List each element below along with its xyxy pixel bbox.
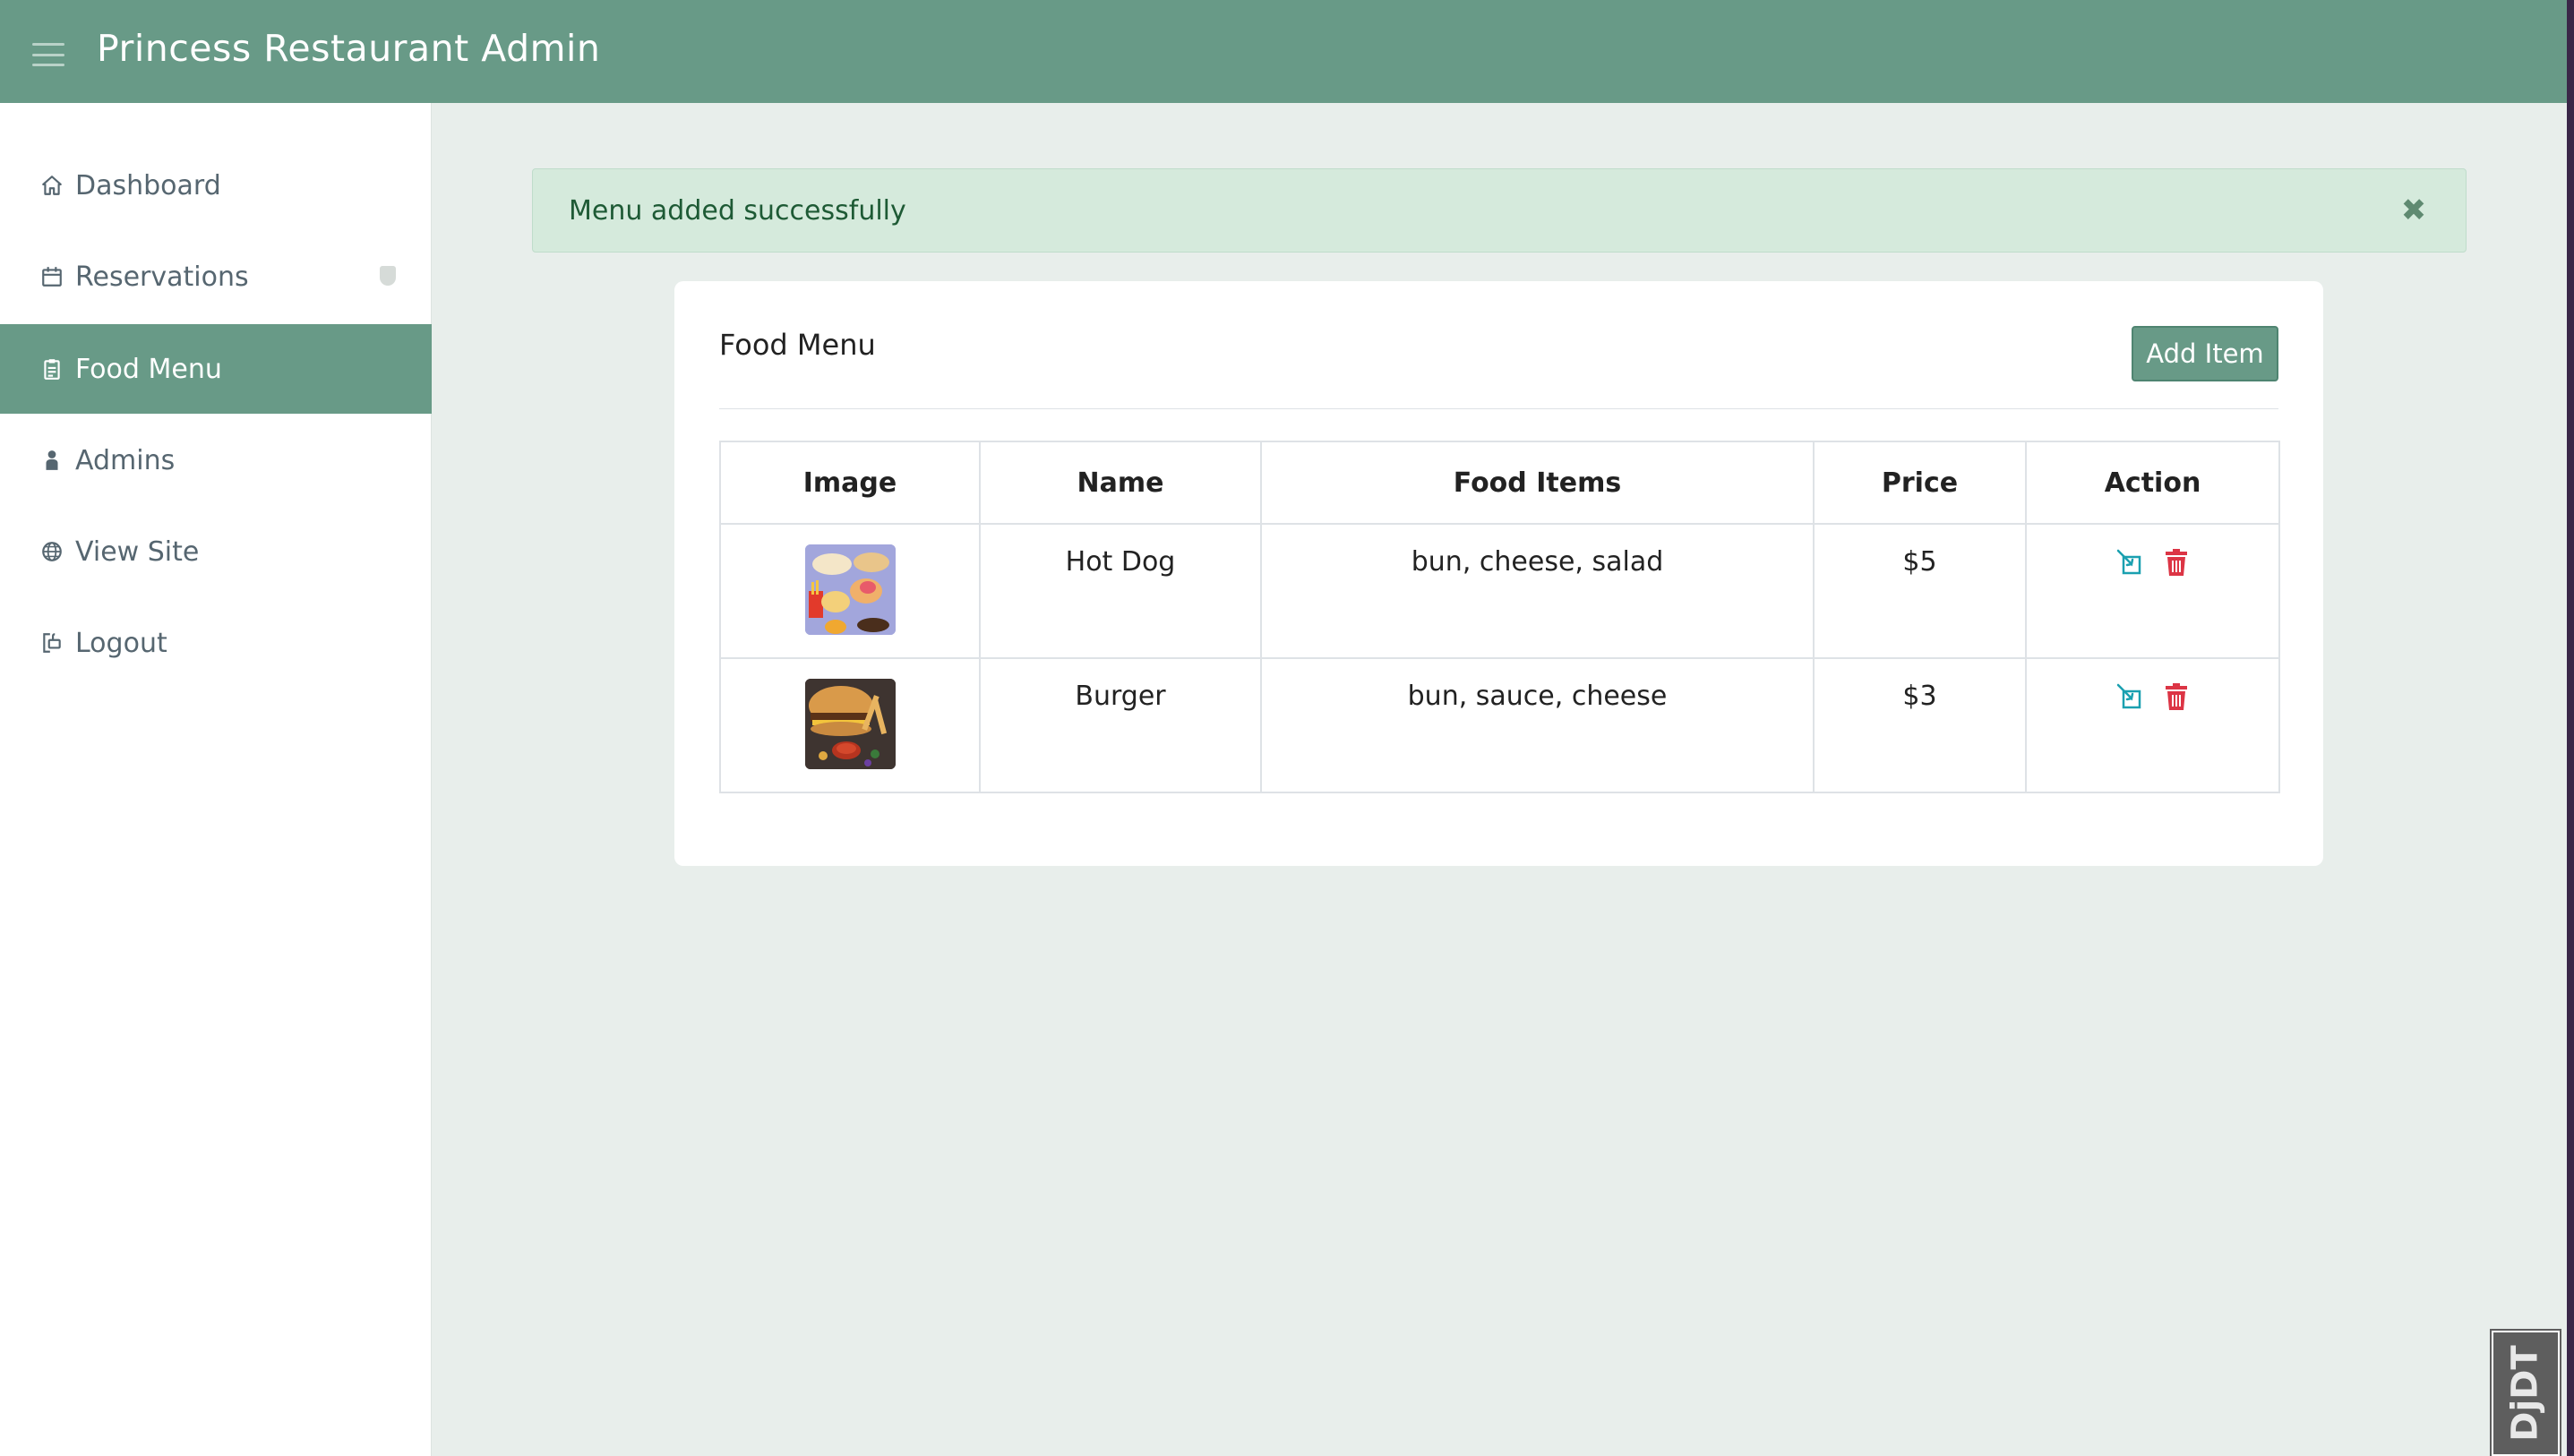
food-menu-card: Food Menu Add Item Image Name Food Items… bbox=[674, 281, 2323, 866]
column-header-food-items: Food Items bbox=[1260, 441, 1815, 525]
calendar-icon bbox=[38, 262, 66, 291]
name-cell: Burger bbox=[979, 657, 1262, 793]
top-navbar: Princess Restaurant Admin bbox=[0, 0, 2567, 103]
app-title: Princess Restaurant Admin bbox=[97, 27, 601, 70]
table-header-row: Image Name Food Items Price Action bbox=[719, 441, 2280, 525]
sidebar-item-dashboard[interactable]: Dashboard bbox=[0, 141, 432, 230]
price-cell: $3 bbox=[1813, 657, 2027, 793]
sidebar-item-logout[interactable]: Logout bbox=[0, 598, 432, 688]
sidebar-item-view-site[interactable]: View Site bbox=[0, 507, 432, 596]
sidebar-item-label: Reservations bbox=[75, 261, 249, 293]
column-header-price: Price bbox=[1813, 441, 2027, 525]
card-title: Food Menu bbox=[719, 328, 876, 362]
app-window: Princess Restaurant Admin Dashboard Rese… bbox=[0, 0, 2567, 1456]
action-cell bbox=[2025, 523, 2280, 659]
edit-icon[interactable] bbox=[2116, 682, 2143, 711]
burger-thumbnail bbox=[804, 679, 896, 769]
alert-message: Menu added successfully bbox=[569, 194, 906, 227]
sidebar-item-reservations[interactable]: Reservations bbox=[0, 232, 432, 321]
close-icon[interactable]: ✖ bbox=[2398, 193, 2430, 228]
sidebar-item-label: View Site bbox=[75, 535, 200, 568]
name-cell: Hot Dog bbox=[979, 523, 1262, 659]
home-icon bbox=[38, 171, 66, 200]
delete-icon[interactable] bbox=[2163, 682, 2190, 711]
sidebar-item-food-menu[interactable]: Food Menu bbox=[0, 324, 432, 414]
food-menu-table: Image Name Food Items Price Action Hot D… bbox=[719, 441, 2280, 793]
image-cell bbox=[719, 523, 981, 659]
delete-icon[interactable] bbox=[2163, 548, 2190, 577]
sidebar: Dashboard Reservations Food Menu Admins bbox=[0, 103, 432, 1456]
table-row: Hot Dog bun, cheese, salad $5 bbox=[719, 523, 2280, 659]
logout-icon bbox=[38, 629, 66, 657]
edit-icon[interactable] bbox=[2116, 548, 2143, 577]
column-header-name: Name bbox=[979, 441, 1262, 525]
hot-dog-thumbnail bbox=[804, 544, 896, 635]
sidebar-item-label: Dashboard bbox=[75, 169, 221, 201]
add-item-button[interactable]: Add Item bbox=[2132, 326, 2278, 381]
table-row: Burger bun, sauce, cheese $3 bbox=[719, 657, 2280, 793]
image-cell bbox=[719, 657, 981, 793]
debug-toolbar-handle[interactable]: DjDT bbox=[2490, 1329, 2561, 1456]
clipboard-icon bbox=[38, 355, 66, 383]
globe-icon bbox=[38, 537, 66, 566]
sidebar-item-label: Food Menu bbox=[75, 353, 222, 385]
sidebar-item-label: Admins bbox=[75, 444, 176, 476]
column-header-image: Image bbox=[719, 441, 981, 525]
card-divider bbox=[719, 408, 2278, 409]
action-cell bbox=[2025, 657, 2280, 793]
column-header-action: Action bbox=[2025, 441, 2280, 525]
food-items-cell: bun, cheese, salad bbox=[1260, 523, 1815, 659]
debug-toolbar-label: DjDT bbox=[2505, 1345, 2546, 1442]
sidebar-item-admins[interactable]: Admins bbox=[0, 415, 432, 505]
user-icon bbox=[38, 446, 66, 475]
badge-icon bbox=[380, 266, 396, 286]
sidebar-item-label: Logout bbox=[75, 627, 167, 659]
price-cell: $5 bbox=[1813, 523, 2027, 659]
success-alert: Menu added successfully ✖ bbox=[532, 168, 2467, 253]
food-items-cell: bun, sauce, cheese bbox=[1260, 657, 1815, 793]
menu-toggle-icon[interactable] bbox=[32, 43, 64, 66]
